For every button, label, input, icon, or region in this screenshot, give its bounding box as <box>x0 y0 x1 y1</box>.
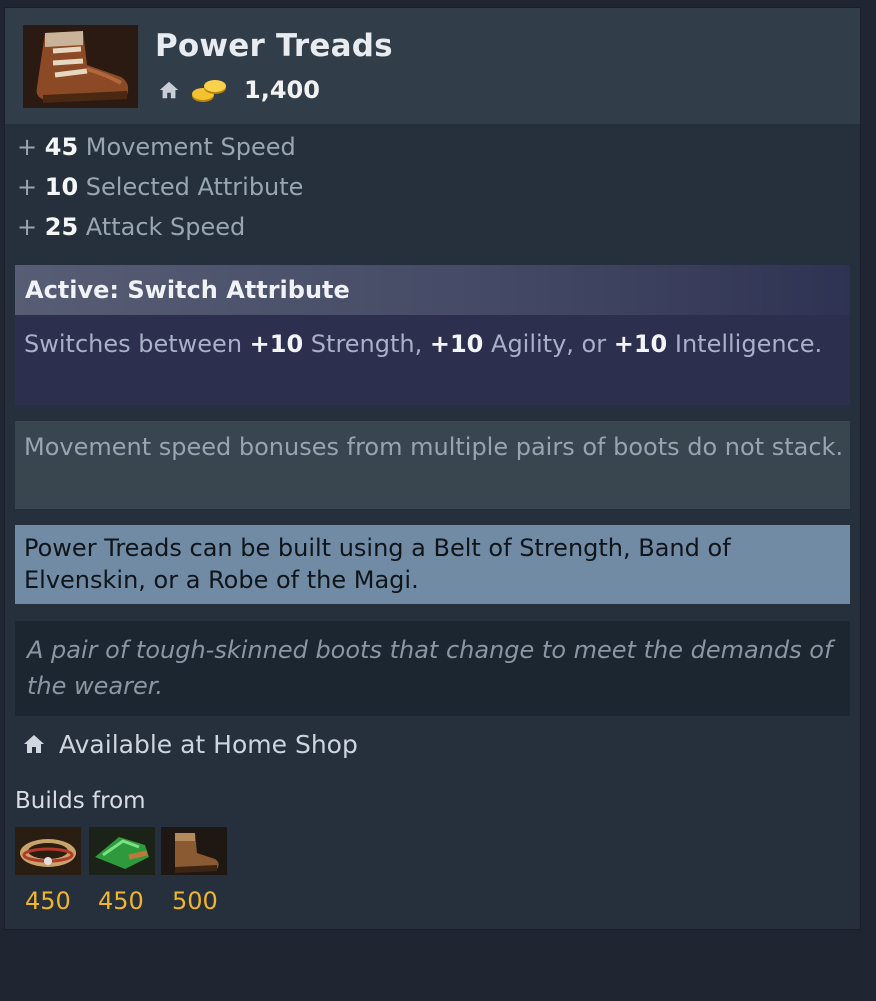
hint-text: Power Treads can be built using a Belt o… <box>24 534 731 594</box>
item-cost: 1,400 <box>244 76 320 104</box>
active-ability-header: Active: Switch Attribute <box>15 265 850 315</box>
active-ability-title: Active: Switch Attribute <box>25 276 350 304</box>
active-ability-box: Active: Switch Attribute Switches betwee… <box>15 265 850 405</box>
hint-box: Power Treads can be built using a Belt o… <box>15 525 850 604</box>
shop-availability: Available at Home Shop <box>22 726 358 762</box>
component-cost: 500 <box>172 887 218 915</box>
green-gauntlet-icon[interactable] <box>89 827 155 875</box>
bonus-movement-speed: + 45 Movement Speed <box>17 133 296 161</box>
note-text: Movement speed bonuses from multiple pai… <box>24 433 844 461</box>
active-ability-description: Switches between +10 Strength, +10 Agili… <box>24 330 823 358</box>
home-icon <box>24 735 44 753</box>
boots-icon[interactable] <box>161 827 227 875</box>
item-tooltip-panel: Power Treads 1,400 + 45 Movement Speed +… <box>5 8 860 929</box>
bonus-attack-speed: + 25 Attack Speed <box>17 213 246 241</box>
builds-from-label: Builds from <box>15 788 146 814</box>
component-cost: 450 <box>25 887 71 915</box>
tooltip-header: Power Treads 1,400 <box>5 8 860 124</box>
lore-text: A pair of tough-skinned boots that chang… <box>27 636 833 700</box>
shop-availability-label: Available at Home Shop <box>59 729 358 759</box>
gold-coins-icon <box>192 80 226 102</box>
lore-box: A pair of tough-skinned boots that chang… <box>15 621 850 716</box>
note-box: Movement speed bonuses from multiple pai… <box>15 421 850 509</box>
bonus-selected-attribute: + 10 Selected Attribute <box>17 173 304 201</box>
item-cost-row: 1,400 <box>158 75 320 105</box>
component-cost: 450 <box>98 887 144 915</box>
ring-of-fur-icon[interactable] <box>15 827 81 875</box>
item-title: Power Treads <box>155 28 393 64</box>
home-icon <box>159 81 179 99</box>
power-treads-boot-icon <box>23 25 138 108</box>
